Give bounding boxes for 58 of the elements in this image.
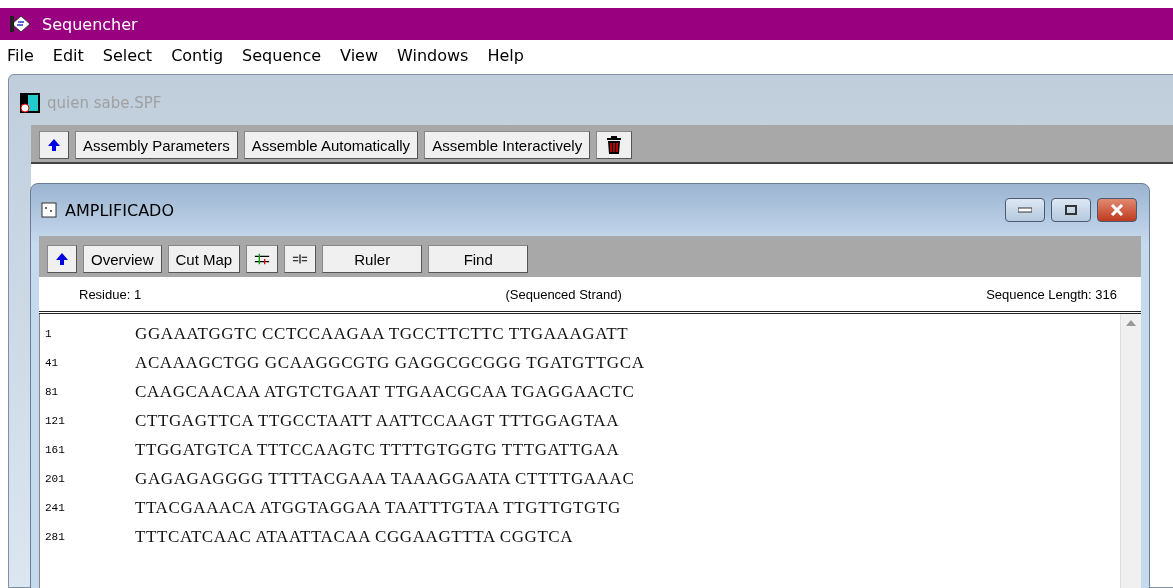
- position-number: 281: [45, 530, 66, 543]
- document-icon: [19, 92, 41, 114]
- sequence-line: GAGAGAGGGG TTTTACGAAA TAAAGGAATA CTTTTGAAAC: [135, 468, 635, 489]
- minimize-button[interactable]: [1005, 198, 1045, 222]
- trash-icon: [606, 135, 623, 155]
- toolbar-button[interactable]: Ruler: [322, 245, 423, 273]
- minimize-icon: [1018, 207, 1032, 213]
- sequence-line: GGAAATGGTC CCTCCAAGAA TGCCTTCTTC TTGAAAGATT: [135, 323, 629, 344]
- up-arrow-icon: [47, 138, 61, 152]
- length-label: Sequence Length: 316: [986, 286, 1117, 302]
- app-title: Sequencher: [42, 14, 138, 34]
- scroll-up-icon: [1126, 320, 1136, 326]
- strand-label: (Sequenced Strand): [504, 286, 623, 302]
- maximize-button[interactable]: [1051, 198, 1091, 222]
- sequence-line: CTTGAGTTCA TTGCCTAATT AATTCCAAGT TTTGGAGTAA: [135, 410, 620, 431]
- menu-item[interactable]: Windows: [397, 45, 469, 65]
- menu-item[interactable]: Help: [487, 45, 524, 65]
- toolbar-button[interactable]: Find: [428, 245, 529, 273]
- sequence-line: TTTCATCAAC ATAATTACAA CGGAAGTTTA CGGTCA: [135, 526, 574, 547]
- close-icon: [1110, 204, 1124, 216]
- position-number: 161: [45, 443, 66, 456]
- menu-item[interactable]: Edit: [52, 45, 84, 65]
- position-number: 121: [45, 414, 66, 427]
- menu-item[interactable]: Contig: [171, 45, 224, 65]
- sequence-icon: [41, 202, 57, 218]
- sequence-line: TTACGAAACA ATGGTAGGAA TAATTTGTAA TTGTTGTGTG: [135, 497, 621, 518]
- toolbar-button[interactable]: Overview: [83, 245, 162, 273]
- window-title: quien sabe.SPF: [47, 94, 162, 112]
- up-button[interactable]: [39, 131, 69, 159]
- menu-item[interactable]: Sequence: [242, 45, 322, 65]
- sequence-line: ACAAAGCTGG GCAAGGCGTG GAGGCGCGGG TGATGTTGCA: [135, 352, 645, 373]
- up-arrow-icon: [55, 252, 69, 266]
- toolbar-button[interactable]: Assemble Automatically: [243, 131, 419, 159]
- menu-item[interactable]: View: [340, 45, 378, 65]
- app-logo-icon: [10, 14, 32, 34]
- position-number: 241: [45, 501, 66, 514]
- trash-button[interactable]: [596, 131, 633, 159]
- merge-button[interactable]: [284, 245, 317, 273]
- strand-split-icon: [254, 253, 271, 265]
- position-number: 81: [45, 385, 60, 398]
- toolbar-button[interactable]: Cut Map: [167, 245, 241, 273]
- window-title: AMPLIFICADO: [65, 200, 174, 220]
- scrollbar[interactable]: [1120, 314, 1141, 588]
- toolbar-button[interactable]: Assembly Parameters: [75, 131, 238, 159]
- menu-item[interactable]: Select: [102, 45, 153, 65]
- sequence-line: TTGGATGTCA TTTCCAAGTC TTTTGTGGTG TTTGATTGAA: [135, 439, 620, 460]
- maximize-icon: [1065, 205, 1077, 215]
- up-button[interactable]: [47, 245, 77, 273]
- position-number: 1: [45, 327, 53, 340]
- split-button[interactable]: [246, 245, 279, 273]
- strand-lines-icon: [292, 253, 309, 265]
- toolbar-button[interactable]: Assemble Interactively: [424, 131, 591, 159]
- residue-label: Residue: 1: [79, 286, 142, 302]
- menu-item[interactable]: File: [7, 45, 34, 65]
- close-button[interactable]: [1097, 198, 1137, 222]
- sequence-line: CAAGCAACAA ATGTCTGAAT TTGAACGCAA TGAGGAACTC: [135, 381, 635, 402]
- position-number: 201: [45, 472, 66, 485]
- position-number: 41: [45, 356, 60, 369]
